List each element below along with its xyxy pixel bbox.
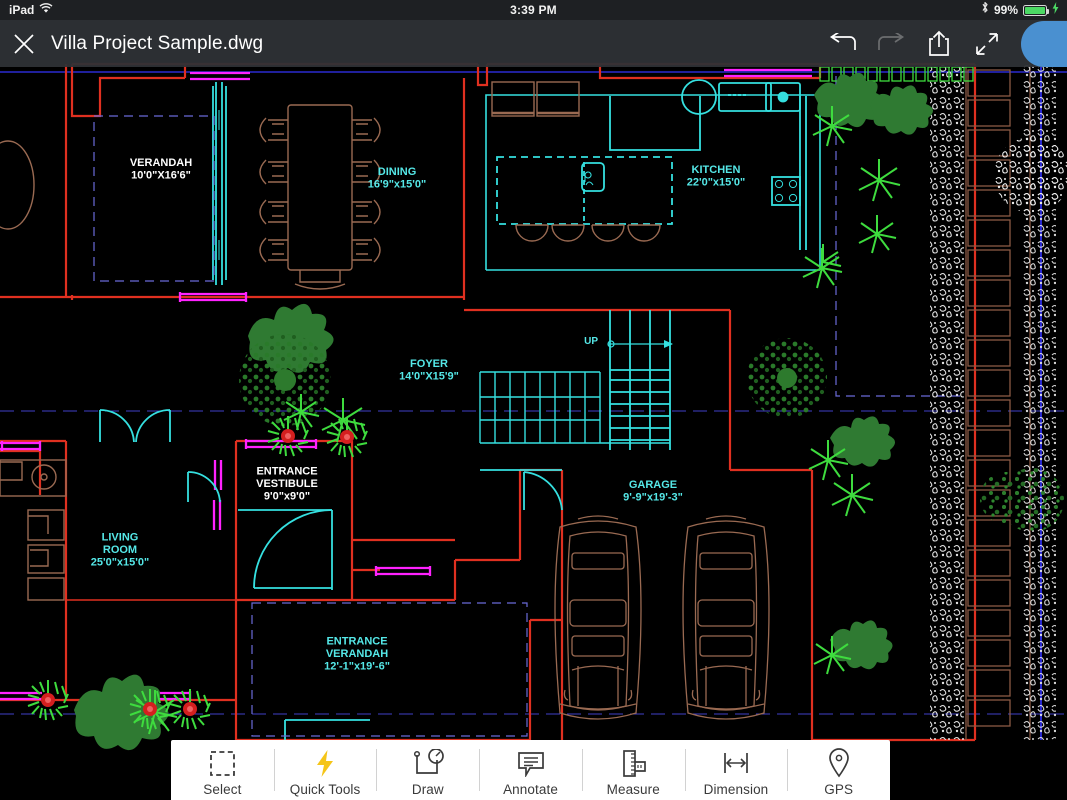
tool-label: Annotate (503, 782, 558, 797)
room-name-text: ENTRANCE (326, 636, 387, 648)
dashed-selection-rectangle-icon (209, 748, 236, 778)
floor-plan-drawing[interactable]: VERANDAH10'0"X16'6" DINING16'9"x15'0"KITC… (0, 0, 1067, 800)
room-name-text: LIVING (102, 532, 139, 544)
charging-bolt-icon (1052, 0, 1059, 20)
room-label: VERANDAH10'0"X16'6" (130, 157, 192, 182)
room-label: GARAGE9'-9"x19'-3" (623, 479, 683, 504)
room-label-layer: VERANDAH10'0"X16'6" DINING16'9"x15'0"KITC… (91, 157, 746, 673)
room-label: KITCHEN22'0"x15'0" (687, 164, 746, 189)
room-dimension-text: 16'9"x15'0" (368, 178, 427, 190)
room-name-text: VERANDAH (326, 648, 388, 660)
ruler-icon (618, 748, 648, 778)
status-bar-clock: 3:39 PM (510, 3, 557, 17)
bluetooth-icon (981, 0, 989, 20)
wifi-icon (39, 0, 53, 20)
tool-quick-tools[interactable]: Quick Tools (273, 740, 377, 800)
room-dimension-text: 9'-9"x19'-3" (623, 491, 683, 503)
room-name-text: DINING (378, 166, 417, 178)
tool-annotate[interactable]: Annotate (479, 740, 582, 800)
status-bar-right: 99% (981, 0, 1067, 20)
tool-draw[interactable]: Draw (376, 740, 479, 800)
room-dimension-text: 14'0"X15'9" (399, 370, 459, 382)
tool-gps[interactable]: GPS (787, 740, 890, 800)
ios-status-bar: iPad 3:39 PM 99% (0, 0, 1067, 20)
navbar-right-group (819, 20, 1067, 67)
undo-arrow-icon[interactable] (819, 20, 867, 67)
tool-dimension[interactable]: Dimension (684, 740, 788, 800)
tool-label: GPS (824, 782, 854, 797)
room-name-text: ROOM (103, 544, 137, 556)
battery-percent-label: 99% (993, 3, 1018, 17)
cad-app-window: VERANDAH 10'0"X16'6" DINING 16'9"x15'0" KITC… (0, 0, 1067, 800)
expand-diagonal-icon[interactable] (963, 20, 1011, 67)
draw-compass-polyline-icon (412, 748, 444, 778)
hamburger-menu-icon[interactable] (1021, 20, 1067, 67)
tool-label: Dimension (703, 782, 769, 797)
tool-label: Quick Tools (289, 782, 361, 797)
tool-label: Measure (606, 782, 660, 797)
room-name-text: VESTIBULE (256, 478, 318, 490)
annotation-layer: UP (584, 336, 598, 347)
status-bar-left: iPad (0, 0, 53, 20)
room-label: FOYER14'0"X15'9" (399, 358, 459, 383)
room-dimension-text: 25'0"x15'0" (91, 557, 150, 569)
tool-measure[interactable]: Measure (581, 740, 685, 800)
room-name-text: ENTRANCE (256, 466, 317, 478)
room-dimension-text: 12'-1"x19'-6" (324, 661, 390, 673)
room-name-text: GARAGE (629, 479, 677, 491)
room-name-text: KITCHEN (692, 164, 741, 176)
tool-select[interactable]: Select (171, 740, 274, 800)
tool-label: Select (203, 782, 242, 797)
navbar-left-group: Villa Project Sample.dwg (0, 20, 263, 67)
dimension-arrows-icon (721, 748, 751, 778)
room-label: LIVINGROOM25'0"x15'0" (91, 532, 150, 569)
document-navbar: Villa Project Sample.dwg (0, 20, 1067, 67)
document-title: Villa Project Sample.dwg (51, 32, 264, 54)
close-icon[interactable] (11, 20, 37, 67)
room-name-text: VERANDAH (130, 157, 192, 169)
share-upload-icon[interactable] (915, 20, 963, 67)
bottom-toolbar: Select Quick Tools Draw Annotate Measure… (171, 740, 890, 800)
room-label: DINING16'9"x15'0" (368, 166, 427, 191)
speech-bubble-lines-icon (516, 748, 546, 778)
room-label: ENTRANCEVERANDAH12'-1"x19'-6" (324, 636, 390, 673)
room-dimension-text: 22'0"x15'0" (687, 176, 746, 188)
redo-arrow-icon[interactable] (867, 20, 915, 67)
tool-label: Draw (411, 782, 444, 797)
room-dimension-text: 9'0"x9'0" (264, 491, 310, 503)
device-name: iPad (9, 3, 35, 17)
room-dimension-text: 10'0"X16'6" (131, 169, 191, 181)
room-label: ENTRANCEVESTIBULE9'0"x9'0" (256, 466, 318, 503)
battery-icon (1023, 4, 1049, 16)
map-pin-icon (827, 748, 851, 778)
drawing-canvas[interactable]: VERANDAH 10'0"X16'6" DINING 16'9"x15'0" KITC… (0, 0, 1067, 800)
room-name-text: FOYER (410, 358, 448, 370)
lightning-bolt-icon (314, 748, 336, 778)
stair-direction-label: UP (584, 336, 598, 347)
